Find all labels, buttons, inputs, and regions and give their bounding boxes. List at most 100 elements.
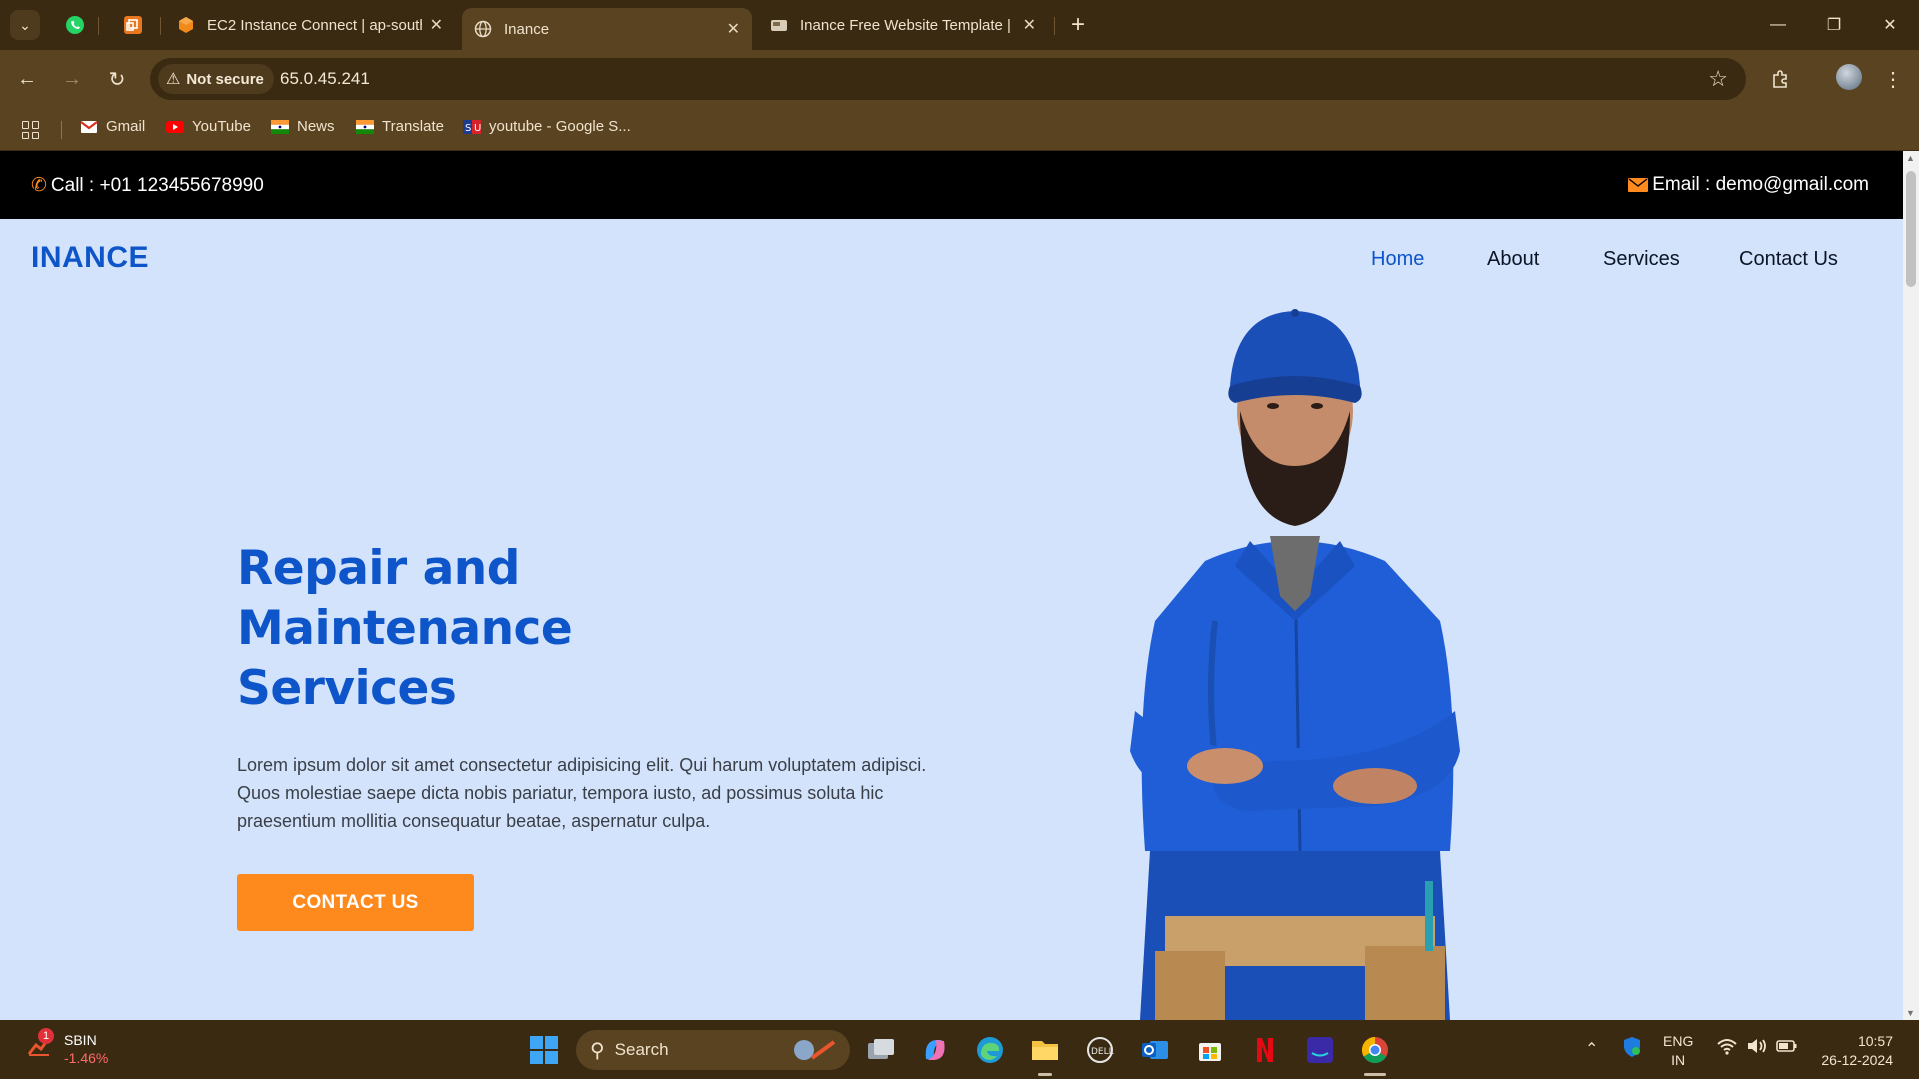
region-code: IN xyxy=(1671,1052,1686,1068)
stock-widget[interactable]: 1 SBIN -1.46% xyxy=(26,1028,109,1066)
copilot-button[interactable] xyxy=(918,1033,952,1067)
profile-avatar[interactable] xyxy=(1836,64,1862,90)
chrome-button[interactable] xyxy=(1358,1033,1392,1067)
volume-icon[interactable] xyxy=(1746,1036,1768,1061)
bookmark-label: YouTube xyxy=(192,118,251,135)
language-code: ENG xyxy=(1663,1033,1694,1049)
clock[interactable]: 10:57 26-12-2024 xyxy=(1815,1032,1893,1070)
web-page: ✆ Call : +01 123455678990 Email : demo@g… xyxy=(0,151,1903,1020)
security-shield-icon[interactable] xyxy=(1622,1036,1642,1063)
task-view-button[interactable] xyxy=(864,1033,898,1067)
nav-home[interactable]: Home xyxy=(1371,248,1424,271)
nav-about[interactable]: About xyxy=(1487,248,1539,271)
apps-grid-icon[interactable] xyxy=(22,121,40,139)
show-hidden-icons-button[interactable]: ⌃ xyxy=(1585,1039,1598,1059)
chevron-down-icon: ⌄ xyxy=(19,16,31,33)
pinned-tab-app[interactable] xyxy=(118,10,148,40)
email-text: Email : demo@gmail.com xyxy=(1652,174,1869,195)
email-info[interactable]: Email : demo@gmail.com xyxy=(1628,174,1869,196)
bookmark-translate[interactable]: Translate xyxy=(356,118,444,135)
reload-button[interactable]: ↻ xyxy=(102,64,132,94)
site-security-chip[interactable]: ⚠ Not secure xyxy=(158,64,274,94)
contact-us-button[interactable]: CONTACT US xyxy=(237,874,474,931)
start-button[interactable] xyxy=(527,1033,561,1067)
bookmark-star-icon[interactable]: ☆ xyxy=(1708,66,1728,92)
bookmark-youtube-search[interactable]: SU youtube - Google S... xyxy=(463,118,631,135)
call-info[interactable]: ✆ Call : +01 123455678990 xyxy=(31,174,264,197)
bookmark-label: Translate xyxy=(382,118,444,135)
forward-button[interactable]: → xyxy=(57,64,87,94)
store-icon xyxy=(1199,1043,1221,1061)
tab-title: EC2 Instance Connect | ap-south xyxy=(207,16,422,34)
tab-search-button[interactable]: ⌄ xyxy=(10,10,40,40)
tab-strip: ⌄ EC2 Instance Connect | ap-south ✕ Inan… xyxy=(0,0,1919,50)
address-bar[interactable]: ⚠ Not secure 65.0.45.241 ☆ xyxy=(150,58,1746,100)
edge-button[interactable] xyxy=(973,1033,1007,1067)
tab-inance[interactable]: Inance ✕ xyxy=(462,8,752,50)
restore-button[interactable]: ❐ xyxy=(1806,8,1862,42)
extensions-button[interactable] xyxy=(1766,64,1796,94)
kebab-menu-icon: ⋮ xyxy=(1883,68,1903,91)
nav-services[interactable]: Services xyxy=(1603,248,1680,271)
hero-title-line: Services xyxy=(237,661,457,716)
bookmarks-bar: Gmail YouTube News Translate SU youtube … xyxy=(0,107,1919,151)
tab-inance-template[interactable]: Inance Free Website Template | ✕ xyxy=(758,8,1048,42)
amazon-music-button[interactable] xyxy=(1303,1033,1337,1067)
template-site-icon xyxy=(771,20,787,31)
back-button[interactable]: ← xyxy=(12,64,42,94)
browser-toolbar: ← → ↻ ⚠ Not secure 65.0.45.241 ☆ ⋮ xyxy=(0,50,1919,107)
security-label: Not secure xyxy=(186,70,264,88)
notification-badge: 1 xyxy=(38,1028,54,1044)
hero-title-line: Repair and xyxy=(237,541,520,596)
battery-icon[interactable] xyxy=(1776,1036,1798,1061)
taskbar-search[interactable]: ⚲ Search xyxy=(576,1030,850,1070)
store-button[interactable] xyxy=(1193,1033,1227,1067)
pinned-tab-whatsapp[interactable] xyxy=(60,10,90,40)
outlook-button[interactable] xyxy=(1138,1033,1172,1067)
envelope-icon xyxy=(1628,178,1649,192)
browser-menu-button[interactable]: ⋮ xyxy=(1878,64,1908,94)
dell-button[interactable]: DELL xyxy=(1083,1033,1117,1067)
svg-text:S: S xyxy=(465,123,471,134)
chrome-icon xyxy=(1361,1036,1388,1064)
hero-title-line: Maintenance xyxy=(237,601,573,656)
bookmark-label: youtube - Google S... xyxy=(489,118,631,135)
india-flag-icon xyxy=(271,119,289,134)
tab-separator xyxy=(160,17,161,35)
scroll-down-icon[interactable]: ▼ xyxy=(1906,1008,1915,1018)
url-text[interactable]: 65.0.45.241 xyxy=(280,69,370,89)
whatsapp-icon xyxy=(66,16,84,34)
file-explorer-button[interactable] xyxy=(1028,1033,1062,1067)
warning-icon: ⚠ xyxy=(166,71,181,88)
windows-taskbar: 1 SBIN -1.46% ⚲ Search DELL ⌃ ENG IN 10:… xyxy=(0,1020,1919,1079)
close-icon[interactable]: ✕ xyxy=(430,15,443,35)
stock-icon: 1 xyxy=(26,1028,54,1060)
nav-contact-us[interactable]: Contact Us xyxy=(1739,248,1838,271)
folder-icon xyxy=(1032,1041,1058,1060)
arrow-right-icon: → xyxy=(62,67,82,90)
stock-change: -1.46% xyxy=(64,1050,109,1066)
clock-date: 26-12-2024 xyxy=(1821,1052,1893,1068)
close-icon[interactable]: ✕ xyxy=(727,19,740,39)
close-window-button[interactable]: ✕ xyxy=(1862,8,1918,42)
new-tab-button[interactable]: + xyxy=(1063,10,1093,40)
minimize-button[interactable]: — xyxy=(1750,8,1806,42)
bookmark-gmail[interactable]: Gmail xyxy=(80,118,145,135)
close-icon[interactable]: ✕ xyxy=(1023,15,1036,35)
netflix-button[interactable] xyxy=(1248,1033,1282,1067)
search-highlight-icon xyxy=(794,1040,836,1060)
running-indicator xyxy=(1364,1073,1386,1076)
copilot-icon xyxy=(925,1040,945,1060)
page-scrollbar[interactable]: ▲ ▼ xyxy=(1903,151,1919,1020)
reload-icon: ↻ xyxy=(108,68,126,91)
bookmark-youtube[interactable]: YouTube xyxy=(166,118,251,135)
brand-logo[interactable]: INANCE xyxy=(31,241,149,275)
tab-ec2[interactable]: EC2 Instance Connect | ap-south ✕ xyxy=(165,8,455,42)
wifi-icon[interactable] xyxy=(1716,1036,1738,1061)
scroll-up-icon[interactable]: ▲ xyxy=(1906,153,1915,163)
language-indicator[interactable]: ENG IN xyxy=(1663,1032,1693,1070)
scrollbar-thumb[interactable] xyxy=(1906,171,1916,287)
bookmark-news[interactable]: News xyxy=(271,118,335,135)
contact-topbar: ✆ Call : +01 123455678990 Email : demo@g… xyxy=(0,151,1903,219)
gmail-icon xyxy=(80,120,98,133)
